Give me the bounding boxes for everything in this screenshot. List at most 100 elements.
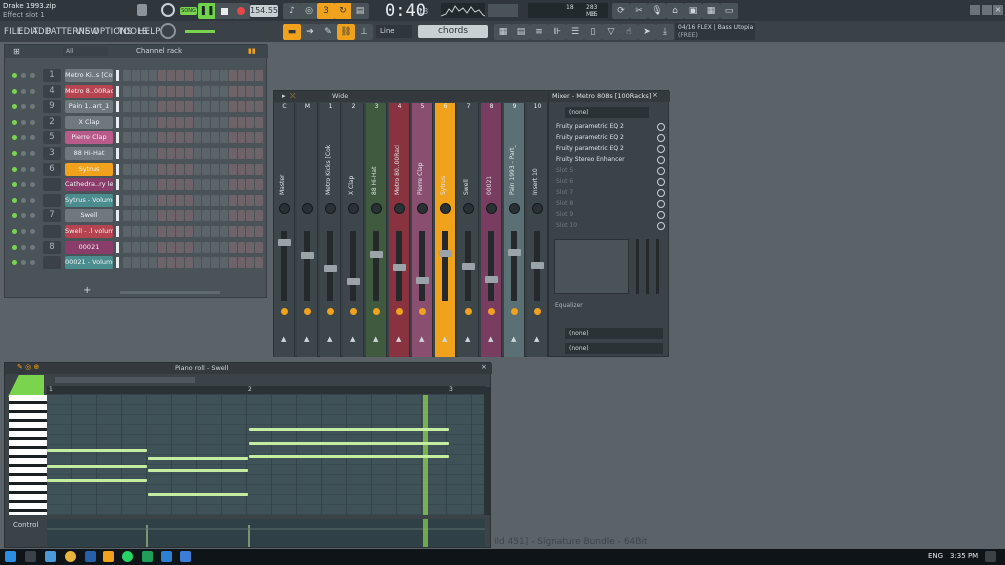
- channel-volume-knob[interactable]: [30, 166, 35, 172]
- step-button[interactable]: [219, 241, 228, 253]
- step-button[interactable]: [228, 241, 237, 253]
- song-mode-button[interactable]: SONG: [180, 7, 197, 15]
- mixer-pan-knob[interactable]: [394, 203, 405, 214]
- step-button[interactable]: [184, 179, 193, 191]
- step-button[interactable]: [149, 241, 158, 253]
- step-button[interactable]: [228, 85, 237, 97]
- piano-roll-vscrollbar[interactable]: [484, 387, 491, 515]
- step-button[interactable]: [140, 116, 149, 128]
- effect-slot[interactable]: Slot 6: [556, 177, 665, 187]
- step-sequencer[interactable]: [123, 101, 263, 113]
- channel-select-bar[interactable]: [116, 210, 119, 222]
- step-button[interactable]: [184, 210, 193, 222]
- start-icon[interactable]: [5, 551, 16, 562]
- effect-slot-toggle[interactable]: [657, 156, 665, 164]
- step-button[interactable]: [158, 70, 167, 81]
- mixer-volume-fader[interactable]: [373, 231, 379, 301]
- step-button[interactable]: [167, 70, 175, 81]
- channel-mute-led[interactable]: [12, 229, 17, 234]
- step-button[interactable]: [255, 132, 263, 144]
- news-panel[interactable]: 04/16 FLEX | Bass Utopia (FREE): [675, 23, 755, 40]
- lock-icon[interactable]: [137, 4, 147, 16]
- step-button[interactable]: [193, 257, 202, 269]
- note[interactable]: [249, 455, 449, 458]
- step-button[interactable]: [175, 194, 184, 206]
- channel-row[interactable]: 2 X Clap: [5, 115, 268, 130]
- step-sequencer[interactable]: [123, 226, 263, 237]
- step-button[interactable]: [140, 148, 149, 159]
- step-button[interactable]: [123, 132, 131, 144]
- plugin-picker-button[interactable]: ▯: [584, 24, 602, 40]
- step-button[interactable]: [202, 132, 211, 144]
- channel-name-button[interactable]: 88 Hi-Hat: [65, 147, 113, 160]
- channel-mute-led[interactable]: [12, 260, 17, 266]
- step-button[interactable]: [211, 179, 219, 191]
- step-button[interactable]: [184, 70, 193, 81]
- mixer-fader-handle[interactable]: [485, 276, 498, 283]
- step-button[interactable]: [228, 116, 237, 128]
- mixer-track[interactable]: 1 Metro Kicks [Coke] ▲: [320, 103, 341, 357]
- step-button[interactable]: [184, 101, 193, 113]
- effect-slot[interactable]: Slot 9: [556, 210, 665, 220]
- piano-roll-grid[interactable]: [47, 395, 485, 515]
- step-button[interactable]: [158, 210, 167, 222]
- countdown-button[interactable]: 3: [317, 3, 335, 19]
- step-button[interactable]: [246, 257, 255, 269]
- channel-name-button[interactable]: X Clap: [65, 115, 113, 129]
- channel-mixer-track[interactable]: 4: [43, 84, 61, 98]
- step-button[interactable]: [167, 163, 175, 175]
- piano-roll-zoom-handle[interactable]: [8, 375, 44, 397]
- step-button[interactable]: [140, 101, 149, 113]
- mixer-pan-knob[interactable]: [279, 203, 290, 214]
- mixer-pan-knob[interactable]: [302, 203, 313, 214]
- channel-mute-led[interactable]: [12, 135, 17, 141]
- step-button[interactable]: [140, 241, 149, 253]
- step-button[interactable]: [237, 132, 246, 144]
- step-button[interactable]: [255, 257, 263, 269]
- channel-mixer-track[interactable]: 3: [43, 147, 61, 160]
- mixer-volume-fader[interactable]: [304, 231, 310, 301]
- clock[interactable]: 3:35 PM: [950, 552, 978, 560]
- channel-pan-knob[interactable]: [21, 197, 26, 203]
- channel-mixer-track[interactable]: 1: [43, 69, 61, 82]
- eq-slider-mid[interactable]: [646, 239, 649, 294]
- step-button[interactable]: [149, 257, 158, 269]
- step-button[interactable]: [237, 226, 246, 237]
- channel-volume-knob[interactable]: [30, 260, 35, 266]
- step-button[interactable]: [175, 226, 184, 237]
- chrome-icon[interactable]: [65, 551, 76, 562]
- step-button[interactable]: [131, 163, 140, 175]
- note[interactable]: [249, 428, 449, 431]
- step-button[interactable]: [246, 101, 255, 113]
- mixer-pan-knob[interactable]: [463, 203, 474, 214]
- step-button[interactable]: [184, 257, 193, 269]
- store-icon[interactable]: [142, 551, 153, 562]
- mixer-fader-handle[interactable]: [508, 249, 521, 256]
- step-sequencer[interactable]: [123, 116, 263, 128]
- step-button[interactable]: [255, 85, 263, 97]
- play-button[interactable]: ❚❚: [198, 3, 216, 19]
- step-button[interactable]: [202, 85, 211, 97]
- channel-row[interactable]: 3 88 Hi-Hat: [5, 147, 268, 161]
- piano-roll-close-icon[interactable]: ×: [481, 363, 487, 371]
- wait-record-button[interactable]: ◎: [300, 3, 318, 19]
- step-button[interactable]: [237, 85, 246, 97]
- step-button[interactable]: [184, 194, 193, 206]
- channel-name-button[interactable]: Sytrus: [65, 162, 113, 176]
- channel-rack-button[interactable]: ≡: [530, 24, 548, 40]
- mixer-route-led[interactable]: [465, 308, 472, 315]
- mixer-output-select[interactable]: (none): [565, 328, 663, 339]
- explorer-icon[interactable]: [45, 551, 56, 562]
- channel-select-bar[interactable]: [116, 179, 119, 191]
- step-button[interactable]: [237, 163, 246, 175]
- step-button[interactable]: [211, 116, 219, 128]
- step-button[interactable]: [193, 132, 202, 144]
- effect-slot[interactable]: Fruity parametric EQ 2: [556, 133, 665, 143]
- step-button[interactable]: [219, 116, 228, 128]
- channel-pan-knob[interactable]: [21, 166, 26, 172]
- mixer-pan-knob[interactable]: [417, 203, 428, 214]
- mixer-fader-handle[interactable]: [393, 264, 406, 271]
- step-button[interactable]: [202, 116, 211, 128]
- note[interactable]: [148, 493, 248, 496]
- step-button[interactable]: [175, 241, 184, 253]
